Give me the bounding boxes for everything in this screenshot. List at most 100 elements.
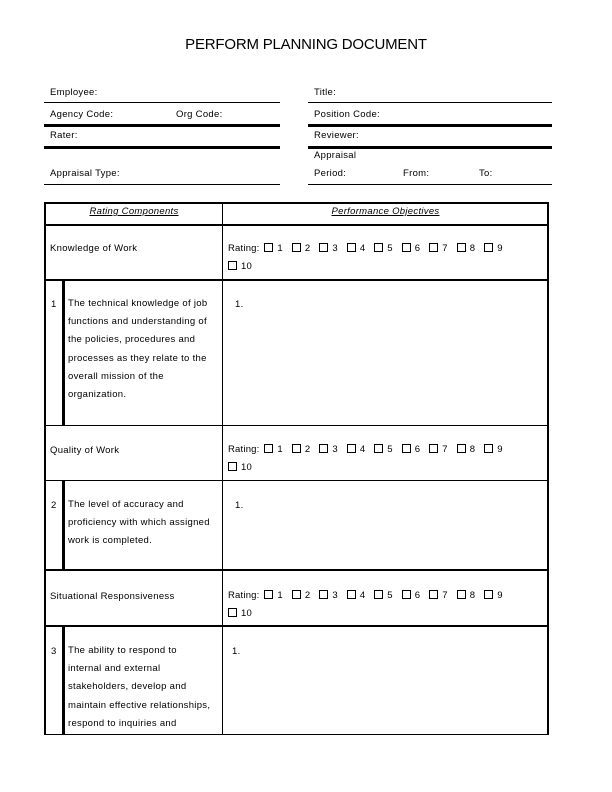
rating-option-5[interactable]: 5 (374, 441, 393, 459)
appraisal-period-line[interactable] (308, 184, 552, 185)
checkbox-icon[interactable] (264, 243, 274, 252)
objective-field[interactable]: 1. (235, 500, 244, 511)
checkbox-icon[interactable] (401, 444, 411, 453)
checkbox-icon[interactable] (374, 444, 384, 453)
checkbox-icon[interactable] (319, 243, 329, 252)
row-border (45, 569, 548, 571)
rating-option-2[interactable]: 2 (291, 441, 311, 459)
rating-option-4[interactable]: 4 (346, 441, 365, 459)
rating-option-9[interactable]: 9 (484, 240, 502, 258)
rating-option-5[interactable]: 5 (374, 587, 393, 605)
rating-option-label: 2 (304, 444, 311, 455)
rating-option-4[interactable]: 4 (346, 240, 365, 258)
checkbox-icon[interactable] (319, 590, 329, 599)
rating-option-7[interactable]: 7 (429, 587, 448, 605)
description-line: respond to inquiries and (68, 717, 177, 729)
agency-code-line[interactable] (44, 124, 280, 127)
checkbox-icon[interactable] (401, 243, 411, 252)
employee-line[interactable] (44, 102, 280, 103)
rating-option-1[interactable]: 1 (264, 441, 283, 459)
checkbox-icon[interactable] (346, 243, 356, 252)
objective-field[interactable]: 1. (235, 299, 244, 310)
description-line: maintain effective relationships, (68, 699, 211, 711)
rating-option-label: 5 (387, 444, 393, 455)
rating-option-3[interactable]: 3 (319, 441, 338, 459)
rating-option-9[interactable]: 9 (484, 587, 502, 605)
rating-option-label: 1 (277, 444, 283, 455)
checkbox-icon[interactable] (429, 444, 439, 453)
checkbox-icon[interactable] (228, 608, 237, 617)
title-line[interactable] (308, 102, 552, 103)
rating-option-7[interactable]: 7 (429, 240, 448, 258)
checkbox-icon[interactable] (401, 590, 411, 599)
org-code-label: Org Code: (176, 109, 223, 120)
checkbox-icon[interactable] (456, 590, 466, 599)
description-line: The technical knowledge of job (68, 298, 208, 309)
checkbox-icon[interactable] (346, 590, 356, 599)
checkbox-icon[interactable] (456, 444, 466, 453)
description-line: processes as they relate to the (68, 352, 207, 364)
rater-line[interactable] (44, 146, 280, 149)
position-code-line[interactable] (308, 124, 552, 127)
number-divider (62, 627, 65, 735)
appraisal-type-line[interactable] (44, 184, 280, 185)
rating-option-1[interactable]: 1 (264, 240, 283, 258)
checkbox-icon[interactable] (291, 444, 301, 453)
reviewer-line[interactable] (308, 146, 552, 149)
checkbox-icon[interactable] (484, 243, 494, 252)
objective-field[interactable]: 1. (232, 646, 241, 657)
checkbox-icon[interactable] (264, 590, 274, 599)
rating-option-8[interactable]: 8 (456, 240, 476, 258)
rating-option-6[interactable]: 6 (401, 240, 420, 258)
description-line: overall mission of the (68, 370, 164, 382)
rating-option-label: 5 (387, 243, 393, 254)
checkbox-icon[interactable] (291, 590, 301, 599)
rating-option-10[interactable]: 10 (228, 459, 252, 477)
rating-option-label: 8 (469, 243, 476, 254)
checkbox-icon[interactable] (484, 590, 494, 599)
title-label: Title: (314, 87, 337, 98)
description-line: the policies, procedures and (68, 334, 196, 346)
rating-option-1[interactable]: 1 (264, 587, 283, 605)
checkbox-icon[interactable] (484, 444, 494, 453)
checkbox-icon[interactable] (429, 590, 439, 599)
rating-option-10[interactable]: 10 (228, 605, 252, 623)
checkbox-icon[interactable] (374, 243, 384, 252)
rating-option-8[interactable]: 8 (456, 587, 476, 605)
rating-option-5[interactable]: 5 (374, 240, 393, 258)
rating-option-10[interactable]: 10 (228, 258, 252, 276)
agency-code-label: Agency Code: (50, 109, 114, 120)
rating-option-7[interactable]: 7 (429, 441, 448, 459)
checkbox-icon[interactable] (456, 243, 466, 252)
checkbox-icon[interactable] (228, 261, 237, 270)
description-line: The level of accuracy and (68, 499, 184, 510)
rating-option-8[interactable]: 8 (456, 441, 475, 459)
checkbox-icon[interactable] (291, 243, 301, 252)
checkbox-icon[interactable] (264, 444, 274, 453)
rating-option-3[interactable]: 3 (319, 587, 338, 605)
checkbox-icon[interactable] (319, 444, 329, 453)
rating-option-2[interactable]: 2 (291, 587, 311, 605)
rating-option-label: 9 (497, 444, 503, 455)
checkbox-icon[interactable] (228, 462, 237, 471)
checkbox-icon[interactable] (374, 590, 384, 599)
rating-option-6[interactable]: 6 (401, 441, 420, 459)
component-name: Situational Responsiveness (50, 591, 175, 602)
rating-option-label: 3 (332, 590, 338, 601)
checkbox-icon[interactable] (429, 243, 439, 252)
rating-option-4[interactable]: 4 (346, 587, 365, 605)
appraisal-type-label: Appraisal Type: (50, 168, 120, 179)
header-row-border (45, 224, 548, 226)
rating-option-3[interactable]: 3 (319, 240, 338, 258)
rating-option-label: 1 (277, 243, 283, 254)
row-border (45, 279, 548, 281)
description-line: The ability to respond to (68, 645, 177, 656)
rating-option-label: 8 (469, 590, 476, 601)
rating-option-9[interactable]: 9 (484, 441, 502, 459)
checkbox-icon[interactable] (346, 444, 356, 453)
rating-option-6[interactable]: 6 (401, 587, 420, 605)
rating-option-label: 2 (304, 590, 311, 601)
rating-option-2[interactable]: 2 (291, 240, 310, 258)
rating-option-label: 9 (497, 243, 503, 254)
description-line: functions and understanding of (68, 316, 207, 328)
